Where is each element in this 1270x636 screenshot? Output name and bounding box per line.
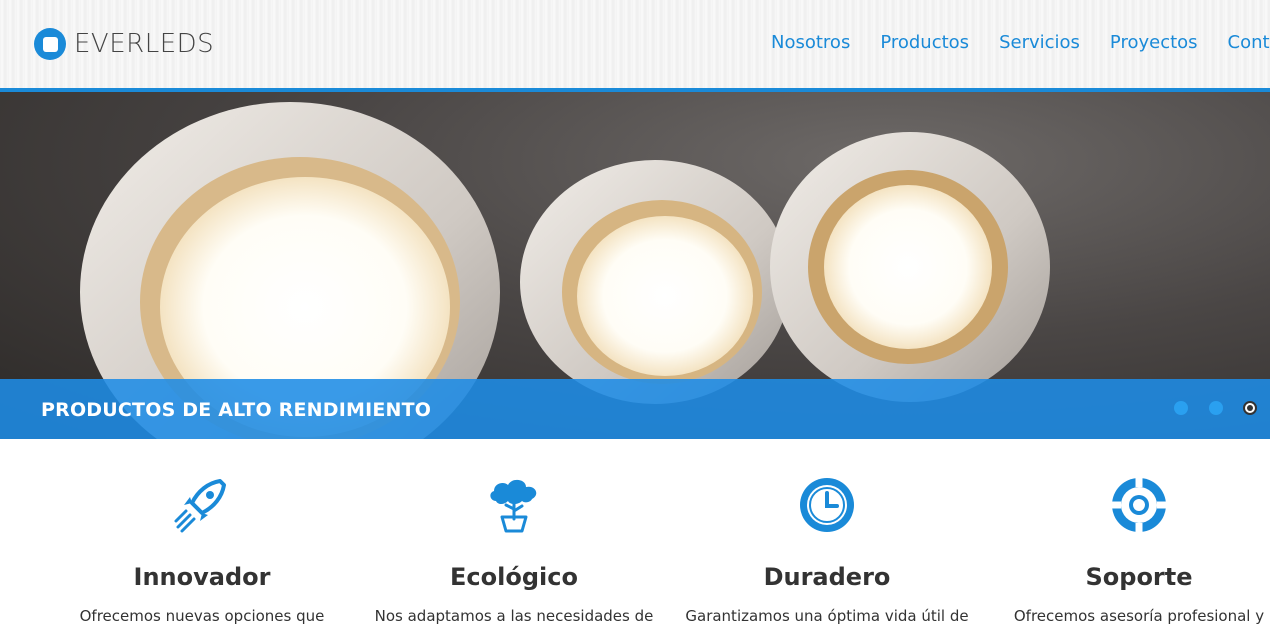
features-section: Innovador Ofrecemos nuevas opciones que … (0, 439, 1270, 636)
rocket-icon (174, 479, 226, 533)
slide-caption: PRODUCTOS DE ALTO RENDIMIENTO (41, 399, 432, 421)
nav-item-contacto[interactable]: Contac (1228, 32, 1270, 53)
logo[interactable]: EVERLEDS (34, 24, 214, 64)
feature-title: Innovador (133, 563, 271, 591)
hero-slider: PRODUCTOS DE ALTO RENDIMIENTO (0, 92, 1270, 439)
logo-text: EVERLEDS (74, 29, 215, 59)
nav-item-servicios[interactable]: Servicios (999, 32, 1080, 53)
slide-caption-bar: PRODUCTOS DE ALTO RENDIMIENTO (0, 379, 1270, 439)
slider-dot-3-active[interactable] (1243, 401, 1257, 415)
cloud-tree-icon (490, 479, 537, 533)
nav-item-proyectos[interactable]: Proyectos (1110, 32, 1198, 53)
slider-dot-1[interactable] (1174, 401, 1188, 415)
feature-text: Ofrecemos nuevas opciones que (79, 607, 325, 625)
feature-title: Soporte (1085, 563, 1193, 591)
downlight-medium (520, 160, 790, 404)
slider-dot-2[interactable] (1209, 401, 1223, 415)
downlight-small (770, 132, 1050, 402)
nav-item-nosotros[interactable]: Nosotros (771, 32, 850, 53)
main-nav: Nosotros Productos Servicios Proyectos C… (771, 32, 1270, 53)
feature-title: Ecológico (450, 563, 578, 591)
feature-text: Nos adaptamos a las necesidades de (374, 607, 654, 625)
feature-text: Ofrecemos asesoría profesional y (1013, 607, 1265, 625)
site-header: EVERLEDS Nosotros Productos Servicios Pr… (0, 0, 1270, 92)
logo-mark-icon (34, 28, 66, 60)
feature-title: Duradero (763, 563, 891, 591)
clock-icon (800, 478, 854, 532)
feature-text: Garantizamos una óptima vida útil de (685, 607, 969, 625)
nav-item-productos[interactable]: Productos (880, 32, 969, 53)
lifebuoy-icon (1112, 478, 1166, 532)
